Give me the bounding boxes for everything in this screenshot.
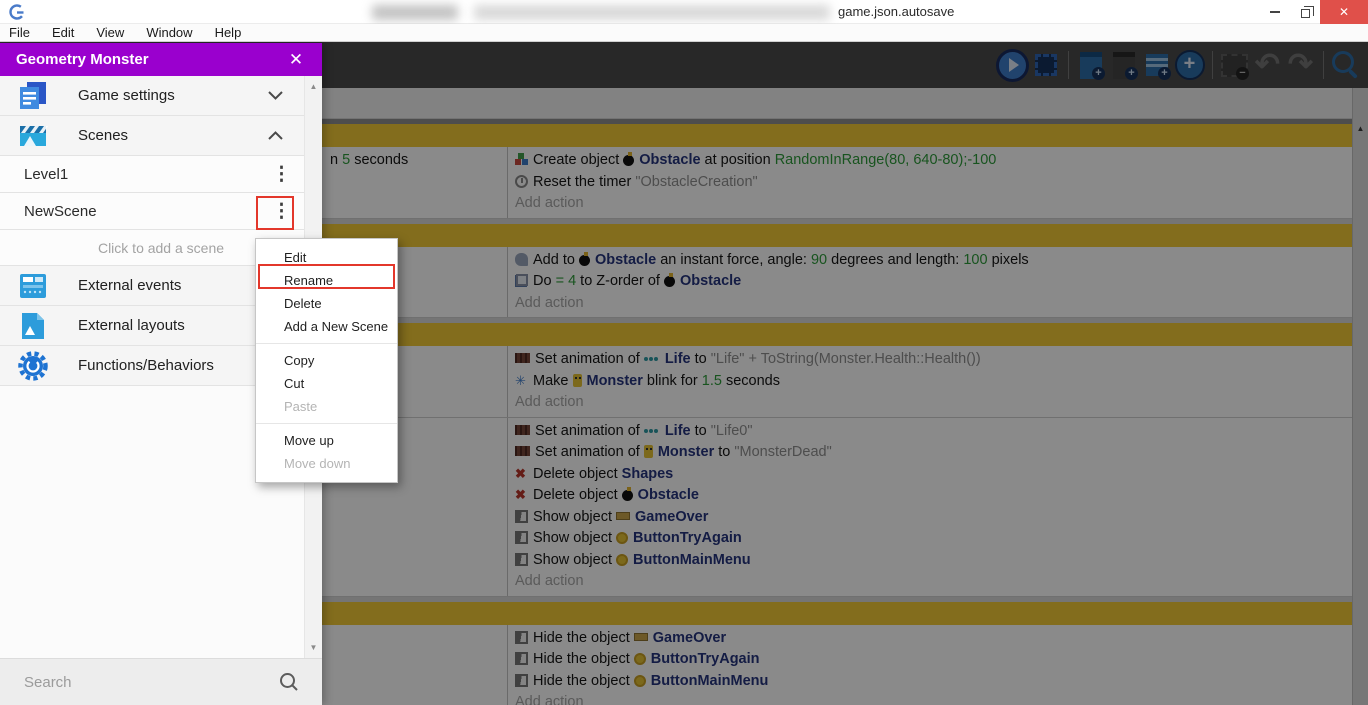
menu-item-delete[interactable]: Delete bbox=[256, 292, 397, 315]
scenes-icon bbox=[16, 119, 50, 153]
add-scene-hint-label: Click to add a scene bbox=[98, 240, 224, 256]
menu-item-help[interactable]: Help bbox=[204, 25, 253, 40]
menu-item-window[interactable]: Window bbox=[135, 25, 203, 40]
menu-item-add-a-new-scene[interactable]: Add a New Scene bbox=[256, 315, 397, 338]
scene-label: Level1 bbox=[24, 166, 272, 183]
menu-item-move-down: Move down bbox=[256, 452, 397, 475]
restore-button[interactable] bbox=[1290, 0, 1320, 24]
menu-separator bbox=[256, 343, 397, 344]
minimize-icon bbox=[1270, 11, 1280, 13]
chevron-down-icon[interactable] bbox=[267, 90, 284, 101]
menu-item-cut[interactable]: Cut bbox=[256, 372, 397, 395]
external-events-icon bbox=[16, 269, 50, 303]
sidebar-item-scenes[interactable]: Scenes bbox=[0, 116, 322, 156]
chevron-up-icon[interactable] bbox=[267, 130, 284, 141]
scroll-up-icon[interactable]: ▲ bbox=[305, 82, 322, 91]
app-window: n 5 secondsCreate object Obstacle at pos… bbox=[0, 0, 1368, 705]
drawer-close-icon[interactable]: ✕ bbox=[284, 50, 308, 70]
blurred-path-segment bbox=[474, 5, 830, 20]
menu-item-edit[interactable]: Edit bbox=[41, 25, 85, 40]
search-box[interactable]: Search bbox=[0, 658, 322, 705]
scroll-down-icon[interactable]: ▼ bbox=[305, 643, 322, 652]
restore-icon bbox=[1301, 9, 1310, 18]
close-button[interactable]: ✕ bbox=[1320, 0, 1368, 24]
scene-item-level1[interactable]: Level1⋮ bbox=[0, 156, 322, 193]
gdevelop-logo-icon bbox=[8, 3, 26, 21]
scene-options-dots-icon[interactable]: ⋮ bbox=[272, 163, 286, 186]
sidebar-item-label: Game settings bbox=[78, 87, 267, 104]
blurred-path-segment bbox=[372, 5, 458, 20]
functions-icon bbox=[16, 349, 50, 383]
menu-item-copy[interactable]: Copy bbox=[256, 349, 397, 372]
annotation-box-rename bbox=[258, 264, 395, 289]
project-title: Geometry Monster bbox=[16, 51, 284, 68]
search-icon bbox=[278, 671, 300, 693]
external-layouts-icon bbox=[16, 309, 50, 343]
minimize-button[interactable] bbox=[1260, 0, 1290, 24]
menu-item-file[interactable]: File bbox=[0, 25, 41, 40]
close-icon: ✕ bbox=[1339, 5, 1349, 19]
sidebar-item-game-settings[interactable]: Game settings bbox=[0, 76, 322, 116]
window-title: game.json.autosave bbox=[838, 4, 954, 19]
menu-bar: FileEditViewWindowHelp bbox=[0, 24, 1368, 42]
menu-item-paste: Paste bbox=[256, 395, 397, 418]
drawer-header: Geometry Monster ✕ bbox=[0, 43, 322, 76]
game-settings-icon bbox=[16, 79, 50, 113]
menu-item-view[interactable]: View bbox=[85, 25, 135, 40]
annotation-box-newscene-menu bbox=[256, 196, 294, 230]
scene-label: NewScene bbox=[24, 203, 272, 220]
search-input[interactable]: Search bbox=[24, 674, 278, 691]
menu-separator bbox=[256, 423, 397, 424]
menu-item-move-up[interactable]: Move up bbox=[256, 429, 397, 452]
title-bar: game.json.autosave ✕ bbox=[0, 0, 1368, 24]
sidebar-item-label: Scenes bbox=[78, 127, 267, 144]
